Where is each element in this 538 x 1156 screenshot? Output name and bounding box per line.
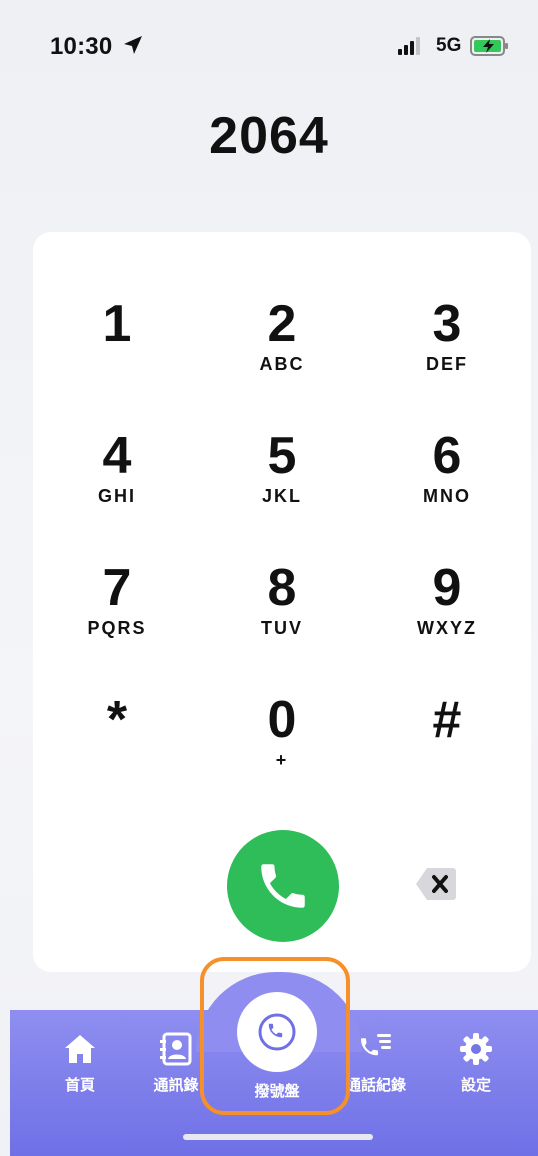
key-digit: 5 xyxy=(267,427,297,485)
key-6[interactable]: 6 MNO xyxy=(387,428,507,538)
dialed-number: 2064 xyxy=(209,107,329,165)
tab-dialpad[interactable] xyxy=(237,992,317,1072)
key-letters: MNO xyxy=(423,486,471,506)
key-letters: + xyxy=(275,750,289,770)
tab-home[interactable]: 首頁 xyxy=(40,1030,120,1095)
gear-icon xyxy=(460,1033,492,1065)
key-0[interactable]: 0 + xyxy=(222,692,342,802)
tab-label: 設定 xyxy=(460,1077,491,1094)
key-letters: DEF xyxy=(426,354,468,374)
key-digit: # xyxy=(432,691,462,749)
key-digit: 0 xyxy=(267,691,297,749)
key-2[interactable]: 2 ABC xyxy=(222,296,342,406)
call-log-icon xyxy=(361,1034,391,1056)
tab-call-log[interactable]: 通話紀錄 xyxy=(336,1030,416,1095)
key-digit: 7 xyxy=(102,559,132,617)
tab-contacts[interactable]: 通訊錄 xyxy=(136,1030,216,1095)
call-button[interactable] xyxy=(227,830,339,942)
location-arrow-icon xyxy=(124,36,142,54)
status-bar: 10:30 5G xyxy=(0,0,538,96)
key-letters: PQRS xyxy=(87,618,147,638)
key-digit: 2 xyxy=(267,295,297,353)
key-digit: 8 xyxy=(267,559,297,617)
key-digit: 4 xyxy=(102,427,132,485)
key-7[interactable]: 7 PQRS xyxy=(57,560,177,670)
home-indicator xyxy=(183,1134,373,1140)
tab-settings[interactable]: 設定 xyxy=(436,1030,516,1095)
dialer-screen: 10:30 5G 2064 1 2 ABC 3 DEF 4 GHI 5 JKL … xyxy=(0,0,538,1156)
contacts-icon xyxy=(160,1032,192,1066)
key-1[interactable]: 1 xyxy=(57,296,177,406)
network-label: 5G xyxy=(436,35,462,56)
key-digit: * xyxy=(106,691,128,749)
key-digit: 3 xyxy=(432,295,462,353)
key-hash[interactable]: # xyxy=(387,692,507,802)
key-letters: TUV xyxy=(261,618,303,638)
key-digit: 9 xyxy=(432,559,462,617)
key-8[interactable]: 8 TUV xyxy=(222,560,342,670)
battery-charging-icon xyxy=(470,36,508,56)
key-digit: 6 xyxy=(432,427,462,485)
key-letters: ABC xyxy=(259,354,305,374)
key-letters: WXYZ xyxy=(417,618,477,638)
key-3[interactable]: 3 DEF xyxy=(387,296,507,406)
signal-bars-icon xyxy=(398,37,420,55)
tab-dialpad-label: 撥號盤 xyxy=(254,1083,300,1100)
phone-icon xyxy=(261,864,305,908)
key-star[interactable]: * xyxy=(57,692,177,802)
key-4[interactable]: 4 GHI xyxy=(57,428,177,538)
tab-label: 通訊錄 xyxy=(153,1077,199,1094)
key-9[interactable]: 9 WXYZ xyxy=(387,560,507,670)
key-letters: GHI xyxy=(97,486,136,506)
tab-label: 首頁 xyxy=(64,1077,95,1094)
key-digit: 1 xyxy=(102,295,132,353)
key-letters: JKL xyxy=(261,486,302,506)
backspace-icon[interactable] xyxy=(415,866,457,902)
status-time: 10:30 xyxy=(50,33,113,60)
key-5[interactable]: 5 JKL xyxy=(222,428,342,538)
phone-icon xyxy=(258,1013,296,1051)
tab-label: 通話紀錄 xyxy=(345,1077,406,1094)
home-icon xyxy=(65,1035,95,1063)
